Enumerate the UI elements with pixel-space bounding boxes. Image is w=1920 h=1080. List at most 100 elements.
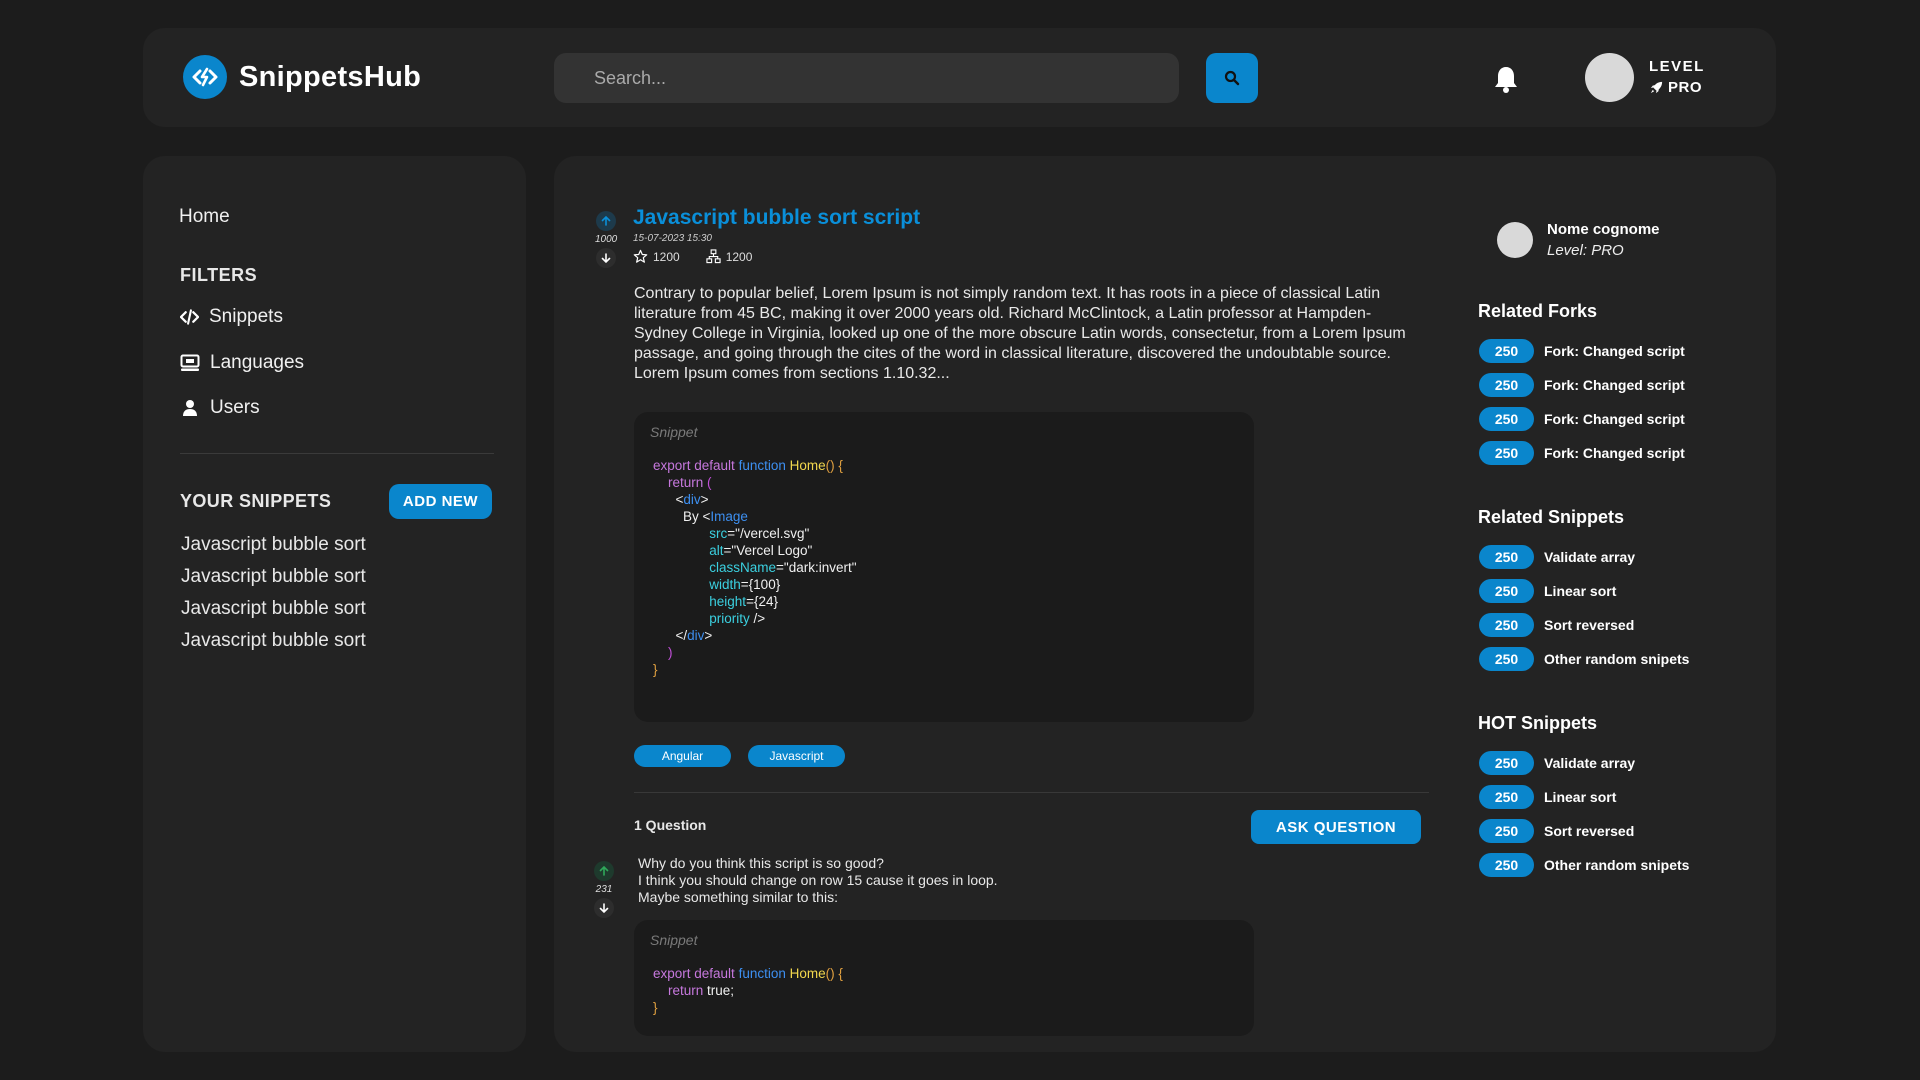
your-snippet-item[interactable]: Javascript bubble sort xyxy=(181,598,366,620)
item-label: Sort reversed xyxy=(1544,823,1635,839)
related-fork-item[interactable]: 250 Fork: Changed script xyxy=(1479,407,1685,431)
item-label: Linear sort xyxy=(1544,789,1617,805)
related-fork-item[interactable]: 250 Fork: Changed script xyxy=(1479,339,1685,363)
filters-heading: FILTERS xyxy=(180,265,258,285)
count-badge: 250 xyxy=(1479,373,1534,397)
count-badge: 250 xyxy=(1479,751,1534,775)
question-vote: 231 xyxy=(594,861,614,918)
code-snippet[interactable]: Snippet export default function Home() {… xyxy=(634,412,1254,722)
ask-question-button[interactable]: ASK QUESTION xyxy=(1251,810,1421,844)
fork-count[interactable]: 1200 xyxy=(706,249,753,264)
fork-count-value: 1200 xyxy=(725,249,753,264)
author-avatar xyxy=(1497,222,1533,258)
upvote-button[interactable] xyxy=(594,861,614,881)
sidebar-item-label: Languages xyxy=(210,352,305,373)
count-badge: 250 xyxy=(1479,647,1534,671)
item-label: Fork: Changed script xyxy=(1544,377,1685,393)
search-input[interactable] xyxy=(554,53,1179,103)
post-title[interactable]: Javascript bubble sort script xyxy=(633,206,920,230)
related-fork-item[interactable]: 250 Fork: Changed script xyxy=(1479,373,1685,397)
post-date: 15-07-2023 15:30 xyxy=(633,233,712,244)
related-snippet-item[interactable]: 250 Linear sort xyxy=(1479,579,1616,603)
question-line: I think you should change on row 15 caus… xyxy=(638,872,998,888)
level-label: LEVEL xyxy=(1649,58,1705,75)
sidebar-item-label: Snippets xyxy=(209,306,283,327)
user-avatar[interactable] xyxy=(1585,53,1634,102)
item-label: Fork: Changed script xyxy=(1544,445,1685,461)
count-badge: 250 xyxy=(1479,819,1534,843)
item-label: Linear sort xyxy=(1544,583,1617,599)
hot-snippet-item[interactable]: 250 Sort reversed xyxy=(1479,819,1634,843)
related-fork-item[interactable]: 250 Fork: Changed script xyxy=(1479,441,1685,465)
downvote-button[interactable] xyxy=(596,248,617,268)
search-button[interactable] xyxy=(1206,53,1258,103)
item-label: Fork: Changed script xyxy=(1544,411,1685,427)
snippet-label: Snippet xyxy=(650,932,698,948)
vote-count: 231 xyxy=(595,884,613,895)
search-icon xyxy=(1224,70,1240,86)
brand-logo[interactable]: SnippetsHub xyxy=(183,55,421,99)
hot-snippet-item[interactable]: 250 Linear sort xyxy=(1479,785,1616,809)
vote-count: 1000 xyxy=(595,234,618,245)
brand-name: SnippetsHub xyxy=(239,60,422,93)
author-card[interactable]: Nome cognome Level: PRO xyxy=(1497,221,1660,259)
fork-tree-icon xyxy=(706,249,721,264)
item-label: Sort reversed xyxy=(1544,617,1635,633)
sidebar-item-users[interactable]: Users xyxy=(180,397,260,419)
code-block: export default function Home() { return … xyxy=(653,966,843,1015)
sidebar: Home FILTERS Snippets Languages Users YO… xyxy=(143,156,526,1052)
question-text: Why do you think this script is so good?… xyxy=(638,855,998,906)
brand-code-icon xyxy=(183,55,227,99)
arrow-up-icon xyxy=(599,866,609,876)
post-stats: 1200 1200 xyxy=(633,249,752,264)
sidebar-item-snippets[interactable]: Snippets xyxy=(180,306,283,328)
star-count[interactable]: 1200 xyxy=(633,249,680,264)
main-content: 1000 Javascript bubble sort script 15-07… xyxy=(554,156,1776,1052)
your-snippet-item[interactable]: Javascript bubble sort xyxy=(181,566,366,588)
post-vote: 1000 xyxy=(595,211,617,268)
count-badge: 250 xyxy=(1479,441,1534,465)
item-label: Other random snipets xyxy=(1544,651,1690,667)
item-label: Validate array xyxy=(1544,755,1636,771)
question-line: Why do you think this script is so good? xyxy=(638,855,884,871)
author-level: Level: PRO xyxy=(1547,242,1624,259)
item-label: Other random snipets xyxy=(1544,857,1690,873)
question-count: 1 Question xyxy=(634,817,707,833)
hot-snippet-item[interactable]: 250 Other random snipets xyxy=(1479,853,1689,877)
code-block: export default function Home() { return … xyxy=(653,458,857,677)
top-header: SnippetsHub LEVEL PRO xyxy=(143,28,1776,127)
upvote-button[interactable] xyxy=(596,211,617,231)
code-snippet[interactable]: Snippet export default function Home() {… xyxy=(634,920,1254,1036)
count-badge: 250 xyxy=(1479,853,1534,877)
count-badge: 250 xyxy=(1479,339,1534,363)
arrow-down-icon xyxy=(599,903,609,913)
related-snippet-item[interactable]: 250 Sort reversed xyxy=(1479,613,1634,637)
your-snippet-item[interactable]: Javascript bubble sort xyxy=(181,630,366,652)
level-value: PRO xyxy=(1668,79,1703,96)
rocket-icon xyxy=(1650,81,1663,94)
user-icon xyxy=(183,400,197,416)
count-badge: 250 xyxy=(1479,613,1534,637)
sidebar-item-languages[interactable]: Languages xyxy=(180,352,304,374)
user-level: LEVEL PRO xyxy=(1649,58,1705,96)
tag-angular[interactable]: Angular xyxy=(634,745,731,767)
add-new-button[interactable]: ADD NEW xyxy=(389,484,492,519)
related-snippet-item[interactable]: 250 Other random snipets xyxy=(1479,647,1689,671)
your-snippets-heading: YOUR SNIPPETS xyxy=(180,491,332,511)
item-label: Fork: Changed script xyxy=(1544,343,1685,359)
notifications-button[interactable] xyxy=(1488,61,1524,97)
related-snippet-item[interactable]: 250 Validate array xyxy=(1479,545,1635,569)
sidebar-item-home[interactable]: Home xyxy=(179,206,230,228)
count-badge: 250 xyxy=(1479,785,1534,809)
your-snippet-item[interactable]: Javascript bubble sort xyxy=(181,534,366,556)
item-label: Validate array xyxy=(1544,549,1636,565)
post-description: Contrary to popular belief, Lorem Ipsum … xyxy=(634,285,1406,382)
hot-snippet-item[interactable]: 250 Validate array xyxy=(1479,751,1635,775)
downvote-button[interactable] xyxy=(594,898,614,918)
star-icon xyxy=(633,249,648,263)
snippet-label: Snippet xyxy=(650,424,698,440)
tag-javascript[interactable]: Javascript xyxy=(748,745,845,767)
hot-snippets-heading: HOT Snippets xyxy=(1478,713,1598,733)
section-divider xyxy=(634,792,1429,793)
sidebar-item-label: Users xyxy=(210,397,260,418)
